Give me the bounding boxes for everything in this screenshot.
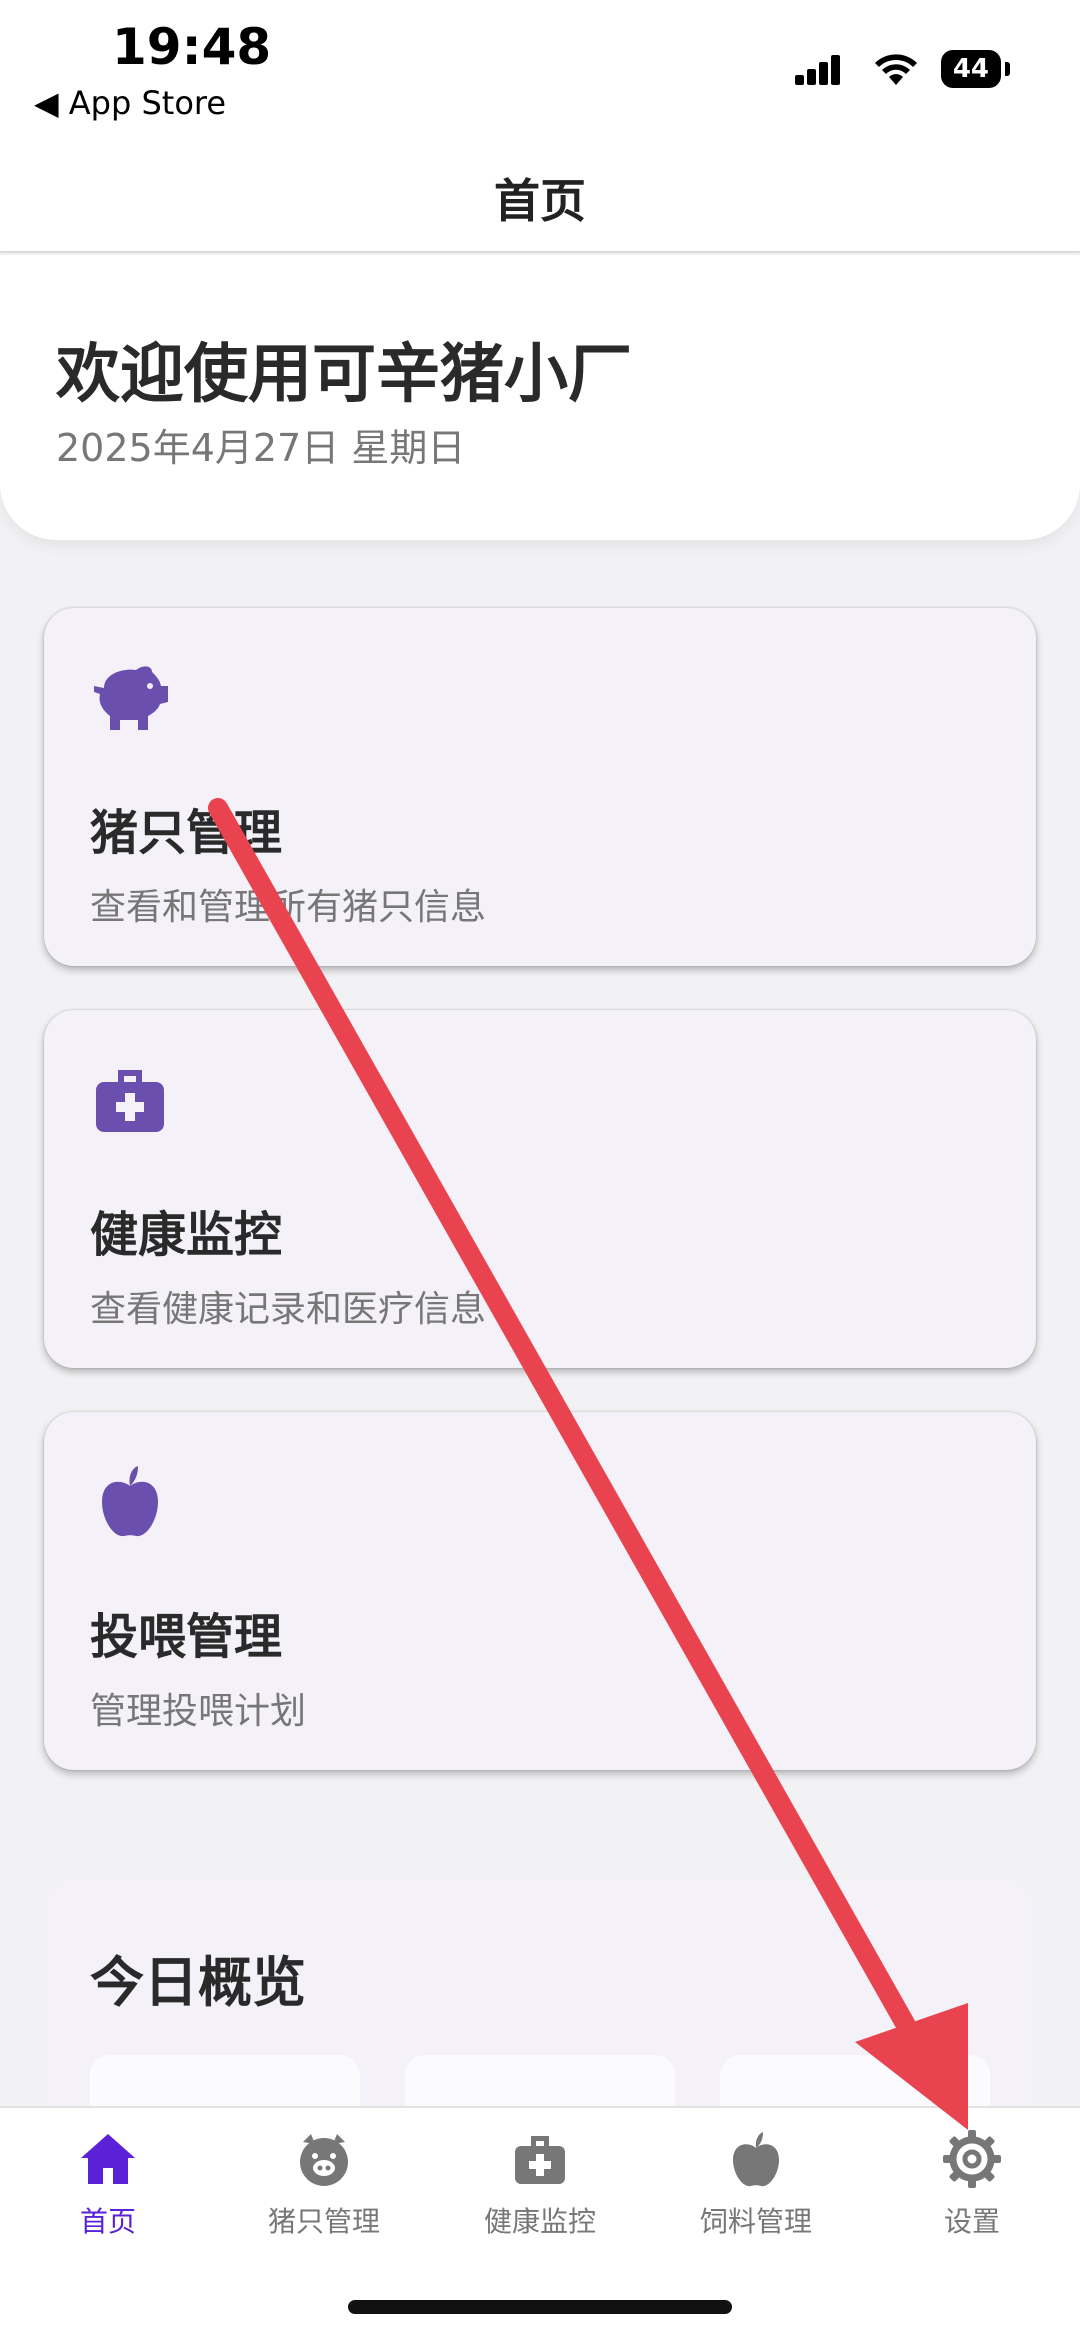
wifi-icon [874, 54, 917, 85]
home-indicator [348, 2300, 732, 2314]
tab-health-monitoring[interactable]: 健康监控 [432, 2128, 648, 2258]
health-monitoring-card[interactable]: 健康监控 查看健康记录和医疗信息 [44, 1010, 1036, 1368]
overview-title: 今日概览 [90, 1951, 306, 2014]
back-to-app-store-link[interactable]: ◀ App Store [34, 84, 226, 122]
medical-kit-icon [515, 2136, 565, 2184]
current-date: 2025年4月27日 星期日 [56, 426, 466, 470]
card-description: 查看和管理所有猪只信息 [90, 887, 487, 928]
battery-tip [1005, 62, 1010, 76]
pig-management-card[interactable]: 猪只管理 查看和管理所有猪只信息 [44, 608, 1036, 966]
tab-settings[interactable]: 设置 [864, 2128, 1080, 2258]
card-description: 查看健康记录和医疗信息 [90, 1289, 487, 1330]
pig-icon [94, 666, 168, 730]
card-title: 猪只管理 [90, 805, 283, 861]
tab-label: 首页 [79, 2205, 136, 2238]
tab-pig-management[interactable]: 猪只管理 [216, 2128, 432, 2258]
tab-label: 设置 [943, 2205, 1000, 2238]
welcome-header: 欢迎使用可辛猪小厂 2025年4月27日 星期日 [0, 255, 1080, 540]
apple-icon [733, 2132, 779, 2187]
page-title: 首页 [494, 174, 586, 228]
welcome-title: 欢迎使用可辛猪小厂 [56, 338, 632, 412]
card-description: 管理投喂计划 [90, 1691, 307, 1732]
tab-label: 饲料管理 [699, 2205, 812, 2238]
navigation-bar: 首页 [0, 145, 1080, 253]
cellular-signal-icon [794, 55, 840, 85]
tab-feed-management[interactable]: 饲料管理 [648, 2128, 864, 2258]
tab-label: 猪只管理 [267, 2205, 380, 2238]
feeding-management-card[interactable]: 投喂管理 管理投喂计划 [44, 1412, 1036, 1770]
home-icon [81, 2134, 135, 2184]
tab-home[interactable]: 首页 [0, 2128, 216, 2258]
tab-label: 健康监控 [483, 2205, 596, 2238]
medical-kit-icon [96, 1070, 164, 1132]
gear-icon [943, 2130, 1001, 2188]
status-icons: 44 [794, 50, 1010, 88]
status-time: 19:48 [112, 18, 272, 76]
pig-icon [300, 2134, 348, 2186]
card-title: 投喂管理 [90, 1609, 283, 1665]
apple-icon [102, 1466, 158, 1537]
card-title: 健康监控 [90, 1207, 283, 1263]
status-bar: 19:48 ◀ App Store 44 [0, 0, 1080, 145]
battery-level: 44 [940, 50, 1001, 88]
